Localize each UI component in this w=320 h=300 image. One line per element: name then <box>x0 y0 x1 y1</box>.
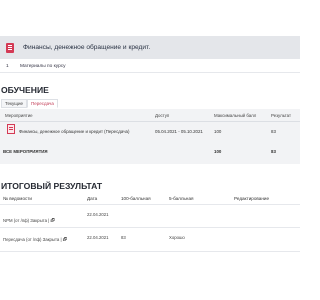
row-score5: Хорошо <box>169 235 185 240</box>
events-header-divider <box>0 121 300 122</box>
book-icon <box>6 42 14 53</box>
col-event: Мероприятие <box>5 113 33 118</box>
events-table: Мероприятие Доступ Максимальный балл Рез… <box>0 109 300 164</box>
final-section-title: ИТОГОВЫЙ РЕЗУЛЬТАТ <box>1 181 103 191</box>
tab-current[interactable]: Текущие <box>1 99 27 108</box>
event-max-score: 100 <box>214 129 222 134</box>
learning-section-title: ОБУЧЕНИЕ <box>1 85 49 95</box>
col-statement: № ведомости <box>3 196 32 201</box>
event-result: 83 <box>271 129 276 134</box>
col-date: Дата <box>87 196 98 201</box>
row-score100: 83 <box>121 235 126 240</box>
total-max-score: 100 <box>214 149 222 154</box>
materials-link[interactable]: Материалы по курсу <box>20 64 66 69</box>
col-access: Доступ <box>155 113 170 118</box>
course-header-bar: Финансы, денежное обращение и кредит. <box>0 36 300 59</box>
event-access: 05.04.2021 - 05.10.2021 <box>155 129 203 134</box>
col-max-score: Максимальный балл <box>214 113 257 118</box>
row-date: 22.04.2021 <box>87 212 109 217</box>
event-name[interactable]: Финансы, денежное обращение и кредит (Пе… <box>19 129 129 134</box>
tab-retake[interactable]: Пересдача <box>27 99 58 108</box>
col-score5: 5-балльная <box>169 196 194 201</box>
total-label: ВСЕ МЕРОПРИЯТИЯ <box>3 149 48 154</box>
final-header-divider <box>0 204 300 205</box>
col-result: Результат <box>271 113 291 118</box>
final-row-divider <box>0 251 300 252</box>
course-title: Финансы, денежное обращение и кредит. <box>23 44 151 51</box>
col-score100: 100-балльная <box>121 196 151 201</box>
final-row-divider <box>0 227 300 228</box>
materials-divider <box>0 72 300 73</box>
row-statement[interactable]: Пересдача (от /пф) Закрыта | 🗗 <box>3 236 67 244</box>
row-statement[interactable]: NPM (от /пф) Закрыта | 🗗 <box>3 217 55 225</box>
row-date: 22.04.2021 <box>87 235 109 240</box>
document-icon <box>7 124 15 134</box>
materials-row[interactable]: 1 Материалы по курсу <box>0 61 300 71</box>
col-edit: Редактирование <box>234 196 269 201</box>
materials-number: 1 <box>6 63 9 69</box>
learning-tabs: Текущие Пересдача <box>1 99 58 108</box>
total-result: 83 <box>271 149 276 154</box>
